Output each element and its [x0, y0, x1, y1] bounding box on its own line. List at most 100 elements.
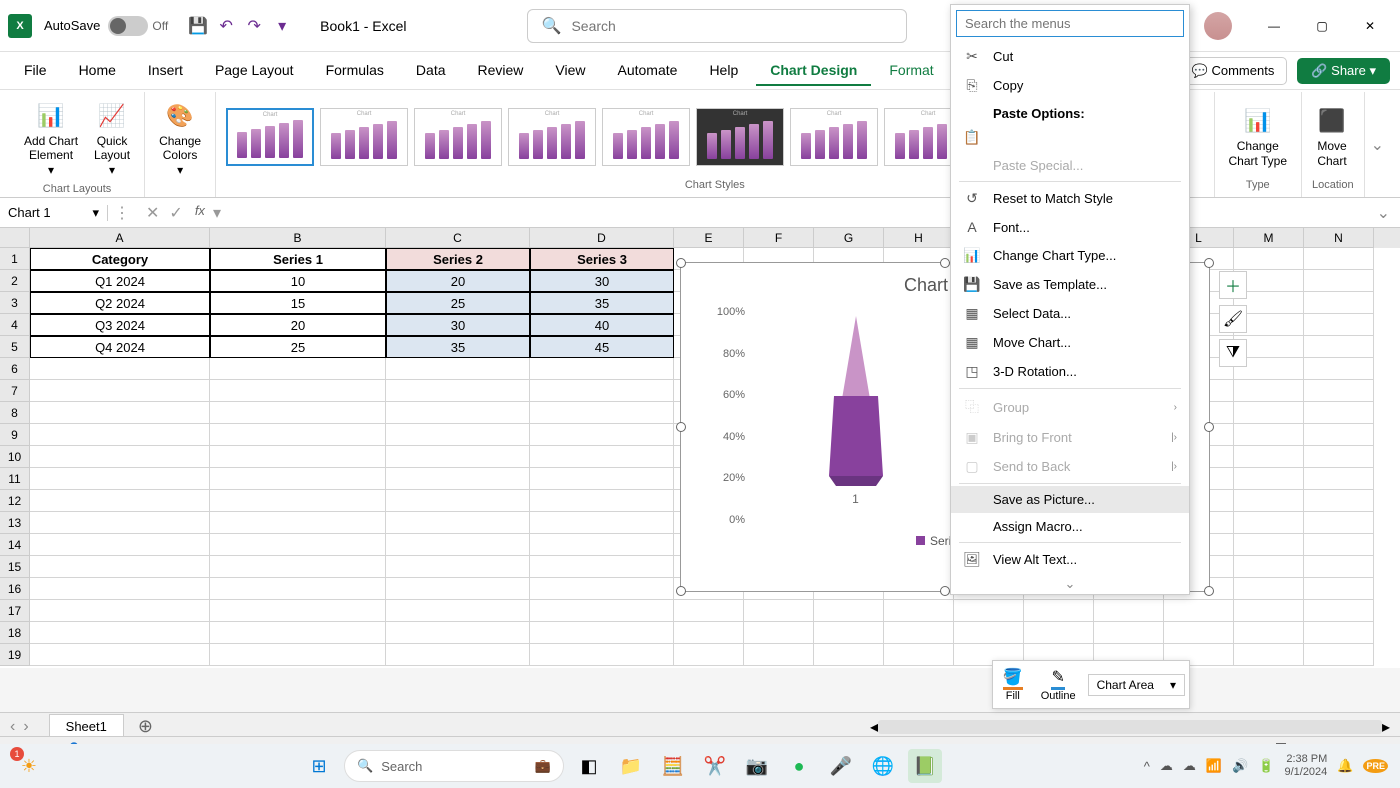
tab-chart-design[interactable]: Chart Design [756, 56, 871, 86]
cell[interactable] [674, 622, 744, 644]
context-search-input[interactable] [956, 10, 1184, 37]
chart-style-thumb[interactable]: Chart [414, 108, 502, 166]
ctx-alt-text[interactable]: 🖼View Alt Text... [951, 545, 1189, 574]
ctx-save-template[interactable]: 💾Save as Template... [951, 270, 1189, 299]
cell[interactable]: Category [30, 248, 210, 270]
cell[interactable]: Q2 2024 [30, 292, 210, 314]
cell[interactable] [30, 380, 210, 402]
column-header[interactable]: N [1304, 228, 1374, 248]
cell[interactable] [1164, 600, 1234, 622]
formula-dropdown-icon[interactable]: ▾ [213, 203, 221, 223]
column-header[interactable]: F [744, 228, 814, 248]
save-icon[interactable]: 💾 [184, 12, 212, 40]
cell[interactable] [1304, 600, 1374, 622]
column-header[interactable]: E [674, 228, 744, 248]
row-header[interactable]: 17 [0, 600, 30, 622]
taskbar-search[interactable]: 🔍Search💼 [344, 750, 564, 782]
cell[interactable]: 25 [386, 292, 530, 314]
outline-button[interactable]: ✎Outline [1035, 665, 1082, 704]
row-header[interactable]: 13 [0, 512, 30, 534]
cell[interactable] [1304, 314, 1374, 336]
cell[interactable] [386, 468, 530, 490]
cell[interactable] [1234, 622, 1304, 644]
ctx-save-as-picture[interactable]: Save as Picture... [951, 486, 1189, 513]
spotify-icon[interactable]: ● [782, 749, 816, 783]
cell[interactable] [530, 578, 674, 600]
resize-handle[interactable] [1204, 258, 1214, 268]
system-clock[interactable]: 2:38 PM 9/1/2024 [1284, 753, 1327, 779]
cell[interactable] [954, 622, 1024, 644]
chart-cone[interactable] [821, 316, 891, 486]
cell[interactable] [30, 534, 210, 556]
resize-handle[interactable] [676, 422, 686, 432]
tab-formulas[interactable]: Formulas [312, 56, 398, 86]
pre-icon[interactable]: PRE [1363, 759, 1388, 773]
cell[interactable] [954, 600, 1024, 622]
cell[interactable] [210, 644, 386, 666]
cell[interactable] [30, 424, 210, 446]
mic-icon[interactable]: 🎤 [824, 749, 858, 783]
cell[interactable]: 30 [530, 270, 674, 292]
row-header[interactable]: 5 [0, 336, 30, 358]
tab-automate[interactable]: Automate [604, 56, 692, 86]
cell[interactable] [30, 490, 210, 512]
cell[interactable] [1304, 402, 1374, 424]
row-header[interactable]: 9 [0, 424, 30, 446]
snip-icon[interactable]: ✂️ [698, 749, 732, 783]
chrome-icon[interactable]: 🌐 [866, 749, 900, 783]
search-input[interactable] [571, 18, 891, 34]
tab-file[interactable]: File [10, 56, 61, 86]
move-chart-button[interactable]: ⬛Move Chart [1312, 101, 1352, 172]
column-header[interactable]: B [210, 228, 386, 248]
cell[interactable] [530, 402, 674, 424]
cell[interactable] [1304, 512, 1374, 534]
cell[interactable] [386, 358, 530, 380]
cell[interactable]: 20 [210, 314, 386, 336]
cell[interactable]: 35 [386, 336, 530, 358]
cell[interactable] [1304, 248, 1374, 270]
next-sheet-icon[interactable]: › [23, 718, 28, 736]
cell[interactable] [530, 358, 674, 380]
cell[interactable] [744, 644, 814, 666]
cell[interactable] [1094, 622, 1164, 644]
cell[interactable] [1304, 534, 1374, 556]
cell[interactable]: 10 [210, 270, 386, 292]
wifi-icon[interactable]: 📶 [1206, 758, 1222, 774]
cell[interactable]: 45 [530, 336, 674, 358]
cell[interactable] [884, 644, 954, 666]
cell[interactable] [1234, 468, 1304, 490]
column-header[interactable]: M [1234, 228, 1304, 248]
cell[interactable] [884, 622, 954, 644]
cloud-icon[interactable]: ☁ [1160, 758, 1173, 774]
user-avatar[interactable] [1204, 12, 1232, 40]
column-header[interactable]: A [30, 228, 210, 248]
cell[interactable] [210, 512, 386, 534]
tab-review[interactable]: Review [464, 56, 538, 86]
cell[interactable] [1234, 248, 1304, 270]
ctx-assign-macro[interactable]: Assign Macro... [951, 513, 1189, 540]
row-header[interactable]: 8 [0, 402, 30, 424]
chart-style-thumb[interactable]: Chart [508, 108, 596, 166]
row-header[interactable]: 12 [0, 490, 30, 512]
volume-icon[interactable]: 🔊 [1232, 758, 1248, 774]
cell[interactable]: Q4 2024 [30, 336, 210, 358]
cell[interactable] [30, 468, 210, 490]
row-header[interactable]: 2 [0, 270, 30, 292]
cell[interactable] [30, 446, 210, 468]
file-explorer-icon[interactable]: 📁 [614, 749, 648, 783]
cell[interactable] [1304, 622, 1374, 644]
tab-help[interactable]: Help [695, 56, 752, 86]
cell[interactable] [1234, 512, 1304, 534]
horizontal-scrollbar[interactable]: ◂ ▸ [870, 719, 1390, 735]
name-box[interactable]: Chart 1▾ [0, 205, 108, 221]
cell[interactable] [1234, 600, 1304, 622]
cell[interactable] [386, 622, 530, 644]
cell[interactable] [1234, 644, 1304, 666]
column-header[interactable]: C [386, 228, 530, 248]
cell[interactable] [884, 600, 954, 622]
cell[interactable] [1304, 336, 1374, 358]
cell[interactable] [386, 534, 530, 556]
ctx-copy[interactable]: ⎘Copy [951, 71, 1189, 100]
row-header[interactable]: 16 [0, 578, 30, 600]
ctx-font[interactable]: AFont... [951, 213, 1189, 241]
